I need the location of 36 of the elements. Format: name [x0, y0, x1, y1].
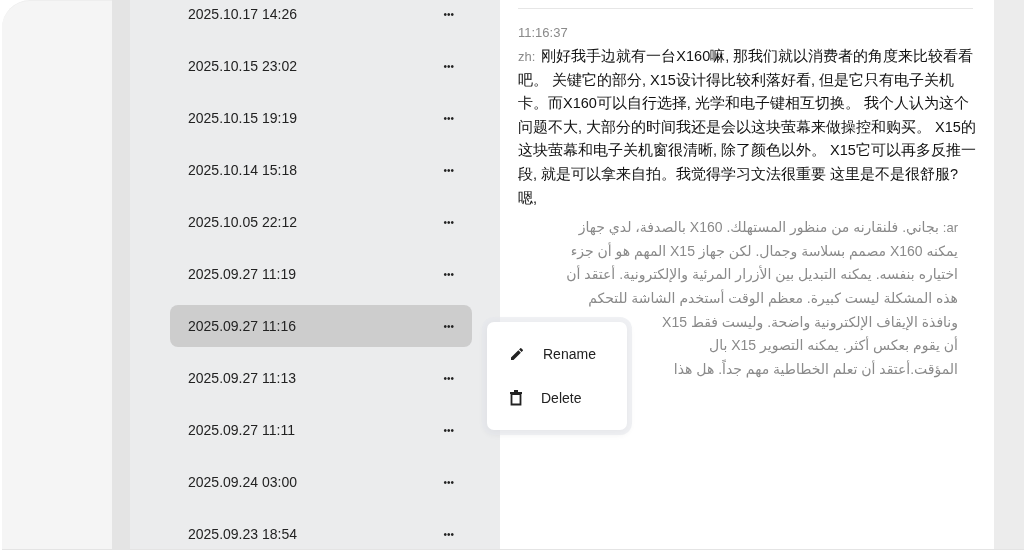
session-item[interactable]: 2025.09.24 03:00 •••	[170, 461, 472, 503]
session-item[interactable]: 2025.10.15 23:02 •••	[170, 45, 472, 87]
more-button[interactable]: •••	[441, 162, 456, 178]
arabic-transcript-line: يمكنه X160 مصمم بسلاسة وجمال. لكن جهاز X15 المهم هو أن جزء	[570, 241, 958, 262]
menu-item[interactable]: Rename	[487, 332, 627, 376]
language-label: ar:	[942, 219, 958, 238]
session-item[interactable]: 2025.09.27 11:16 •••	[170, 305, 472, 347]
trash-icon	[509, 390, 523, 406]
more-button[interactable]: •••	[441, 214, 456, 230]
session-item[interactable]: 2025.09.27 11:19 •••	[170, 253, 472, 295]
arabic-transcript-line: أن يقوم بعكس أكثر. يمكنه التصوير X15 بال	[709, 335, 958, 356]
arabic-transcript-line: المؤقت.أعتقد أن تعلم الخطاطية مهم جداً. هل هذا	[673, 358, 958, 380]
more-button[interactable]: •••	[441, 370, 456, 386]
session-item[interactable]: 2025.09.23 18:54 •••	[170, 513, 472, 549]
more-button[interactable]: •••	[441, 422, 456, 438]
chinese-transcript: zh: 刚好我手边就有一台X160嘛, 那我们就以消费者的角度来比较看看吧。 关键它的部分, X15设计得比较利落好看, 但是它只有电子关机卡。而X160可以自行选择, 光学和电子键相互切换。 我个人认为这个问题不大, 大部分的时间我还是会以这块萤幕来做操控和购买。 X15的这块萤幕和电子关机窗很清晰, 除了颜色以外。 X15它可以再多反推一段, 就是可以拿来自拍。我觉得学习文法很重要 这里是不是很舒服? 嗯,	[518, 47, 976, 208]
more-button[interactable]: •••	[441, 110, 456, 126]
arabic-transcript-line: اختياره بنفسه. يمكنه التبديل بين الأزرار المرئية والإلكترونية. أعتقد أن	[566, 264, 958, 285]
session-item[interactable]: 2025.09.27 11:11 •••	[170, 409, 472, 451]
more-button[interactable]: •••	[441, 526, 456, 542]
session-item[interactable]: 2025.10.14 15:18 •••	[170, 149, 472, 191]
arabic-transcript-line: ونافذة الإيقاف الإلكترونية واضحة. وليست فقط X15	[662, 312, 958, 333]
pencil-icon	[509, 346, 525, 362]
session-item[interactable]: 2025.09.27 11:13 •••	[170, 357, 472, 399]
session-item[interactable]: 2025.10.05 22:12 •••	[170, 201, 472, 243]
more-button[interactable]: •••	[441, 58, 456, 74]
session-item[interactable]: 2025.10.15 19:19 •••	[170, 97, 472, 139]
more-button[interactable]: •••	[441, 266, 456, 282]
message-time: 11:16:37	[518, 25, 568, 40]
more-button[interactable]: •••	[441, 6, 456, 22]
more-button[interactable]: •••	[441, 474, 456, 490]
arabic-transcript-line: بجاني. فلنقارنه من منظور المستهلك. X160 بالصدفة، لدي جهاز	[578, 218, 939, 238]
session-item[interactable]: 2025.10.17 14:26 •••	[170, 0, 472, 35]
more-button[interactable]: •••	[441, 318, 456, 334]
arabic-transcript-line: هذه المشكلة ليست كبيرة. معظم الوقت أستخدم الشاشة للتحكم	[588, 288, 958, 309]
menu-item[interactable]: Delete	[487, 376, 627, 420]
